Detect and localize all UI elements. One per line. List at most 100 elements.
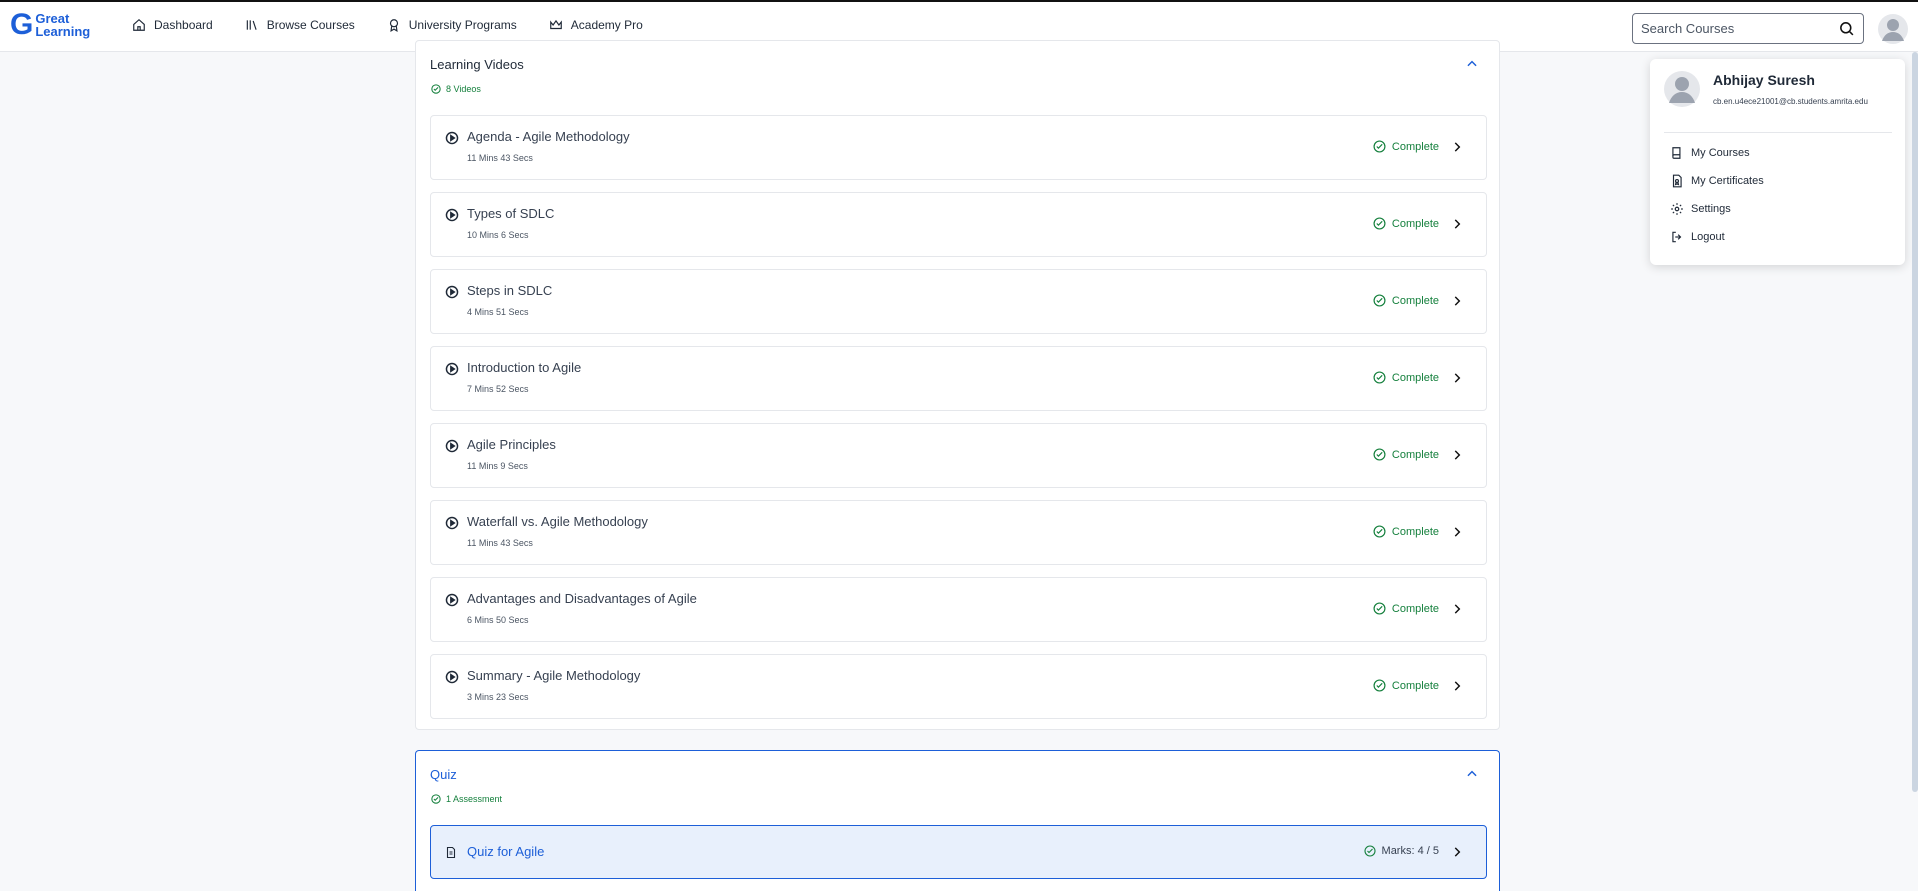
crown-icon [549,19,562,30]
video-status-label: Complete [1391,448,1439,461]
check-circle-icon [1373,140,1386,153]
chevron-up-icon[interactable] [1465,767,1479,781]
chevron-right-icon[interactable] [1450,448,1464,462]
learning-videos-title: Learning Videos [430,57,524,72]
video-duration: 6 Mins 50 Secs [467,615,529,625]
video-duration: 7 Mins 52 Secs [467,384,529,394]
nav-browse-courses-label: Browse Courses [266,18,355,32]
quiz-count-label: 1 Assessment [446,794,503,804]
play-circle-icon [445,362,459,376]
video-duration: 11 Mins 43 Secs [467,538,533,548]
profile-name: Abhijay Suresh [1713,72,1815,88]
main-nav: Dashboard Browse Courses University Prog… [132,18,675,32]
document-icon [446,846,456,859]
play-circle-icon [445,208,459,222]
video-row[interactable]: Waterfall vs. Agile Methodology 11 Mins … [430,500,1487,565]
video-status-label: Complete [1391,140,1439,153]
quiz-row[interactable]: Quiz for Agile Marks: 4 / 5 [430,825,1487,879]
check-circle-icon [1373,217,1386,230]
video-row[interactable]: Steps in SDLC 4 Mins 51 Secs Complete [430,269,1487,334]
video-row[interactable]: Types of SDLC 10 Mins 6 Secs Complete [430,192,1487,257]
menu-item-my-courses[interactable]: My Courses [1670,146,1750,160]
video-duration: 11 Mins 9 Secs [467,461,528,471]
check-circle-icon [431,84,441,94]
menu-item-my-certificates[interactable]: My Certificates [1670,174,1764,188]
video-title: Agile Principles [467,437,556,452]
logout-icon [1672,231,1682,243]
menu-item-logout-label: Logout [1691,231,1725,243]
chevron-right-icon[interactable] [1450,845,1464,859]
great-learning-logo[interactable]: G Great Learning [10,10,90,40]
video-status: Complete [1373,371,1439,384]
check-circle-icon [1373,448,1386,461]
nav-academy-pro[interactable]: Academy Pro [549,18,643,32]
video-status-label: Complete [1391,602,1439,615]
video-status: Complete [1373,294,1439,307]
certificate-icon [1672,174,1682,188]
quiz-item-title: Quiz for Agile [467,844,545,859]
quiz-marks: Marks: 4 / 5 [1363,845,1439,857]
logo-wordmark: Great Learning [35,12,90,38]
gear-icon [1671,203,1683,215]
check-circle-icon [1363,845,1376,857]
search-box[interactable] [1632,13,1864,44]
chevron-right-icon[interactable] [1450,140,1464,154]
video-title: Summary - Agile Methodology [467,668,641,683]
check-circle-icon [1373,602,1386,615]
video-status: Complete [1373,140,1439,153]
play-circle-icon [445,285,459,299]
chevron-right-icon[interactable] [1450,371,1464,385]
video-title: Agenda - Agile Methodology [467,129,630,144]
book-icon [1672,147,1681,159]
page-scrollbar[interactable] [1912,52,1918,792]
nav-academy-pro-label: Academy Pro [570,18,643,32]
video-row[interactable]: Agile Principles 11 Mins 9 Secs Complete [430,423,1487,488]
library-icon [246,20,257,30]
nav-university-programs-label: University Programs [408,18,517,32]
video-status: Complete [1373,525,1439,538]
video-title: Waterfall vs. Agile Methodology [467,514,648,529]
search-input[interactable] [1641,21,1838,36]
video-status-label: Complete [1391,217,1439,230]
video-row[interactable]: Agenda - Agile Methodology 11 Mins 43 Se… [430,115,1487,180]
video-duration: 11 Mins 43 Secs [467,153,533,163]
menu-item-my-courses-label: My Courses [1691,147,1750,159]
profile-dropdown: Abhijay Suresh cb.en.u4ece21001@cb.stude… [1650,59,1905,265]
learning-videos-section: Learning Videos 8 Videos Agenda - Agile … [415,40,1500,730]
home-icon [133,18,145,31]
video-duration: 10 Mins 6 Secs [467,230,529,240]
search-icon[interactable] [1838,20,1855,37]
video-title: Steps in SDLC [467,283,553,298]
video-status-label: Complete [1391,679,1439,692]
menu-item-settings[interactable]: Settings [1670,202,1731,216]
learning-videos-count: 8 Videos [431,84,481,94]
chevron-right-icon[interactable] [1450,602,1464,616]
chevron-right-icon[interactable] [1450,525,1464,539]
dropdown-divider [1664,132,1892,133]
learning-videos-count-label: 8 Videos [446,84,481,94]
quiz-section: Quiz 1 Assessment Quiz for Agile Marks: … [415,750,1500,891]
video-row[interactable]: Summary - Agile Methodology 3 Mins 23 Se… [430,654,1487,719]
check-circle-icon [1373,679,1386,692]
chevron-right-icon[interactable] [1450,217,1464,231]
profile-avatar-icon [1664,71,1700,107]
play-circle-icon [445,670,459,684]
video-duration: 3 Mins 23 Secs [467,692,529,702]
play-circle-icon [445,131,459,145]
menu-item-logout[interactable]: Logout [1670,230,1725,244]
quiz-count: 1 Assessment [431,794,502,804]
play-circle-icon [445,516,459,530]
nav-browse-courses[interactable]: Browse Courses [245,18,355,32]
video-row[interactable]: Introduction to Agile 7 Mins 52 Secs Com… [430,346,1487,411]
video-row[interactable]: Advantages and Disadvantages of Agile 6 … [430,577,1487,642]
video-status: Complete [1373,448,1439,461]
chevron-right-icon[interactable] [1450,294,1464,308]
nav-university-programs[interactable]: University Programs [387,18,517,32]
chevron-up-icon[interactable] [1465,57,1479,71]
menu-item-settings-label: Settings [1691,203,1731,215]
chevron-right-icon[interactable] [1450,679,1464,693]
user-avatar-icon[interactable] [1878,14,1908,44]
nav-dashboard[interactable]: Dashboard [132,18,213,32]
check-circle-icon [1373,294,1386,307]
video-title: Introduction to Agile [467,360,582,375]
